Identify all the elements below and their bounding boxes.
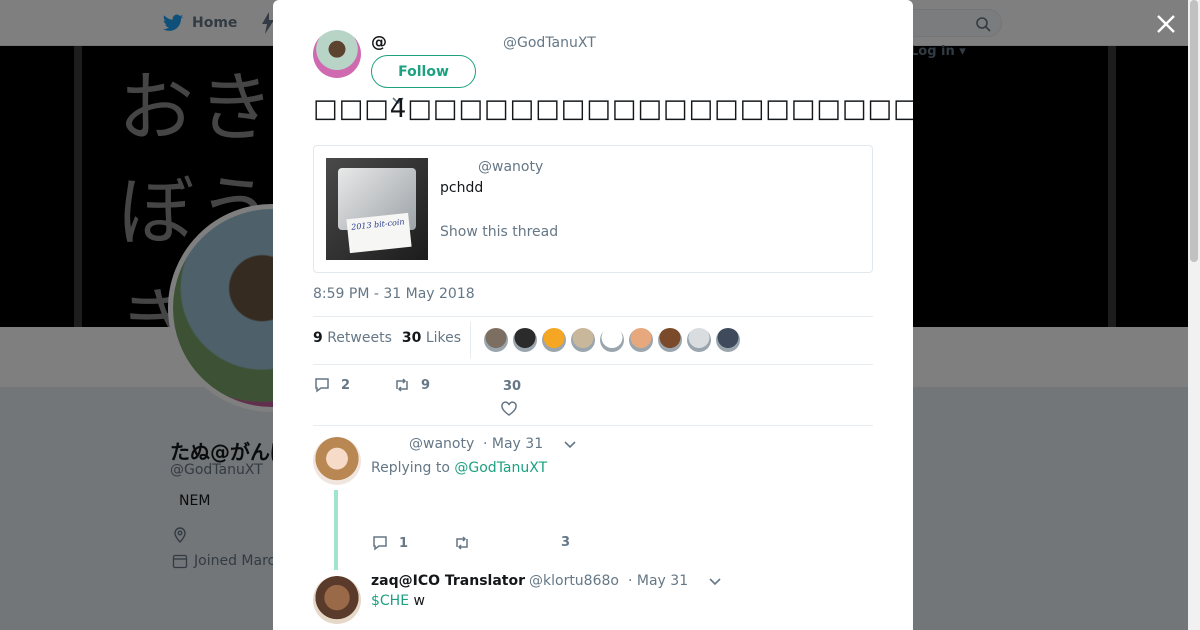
tweet-modal: @ @GodTanuXT Follow □□□4□□□□□□□□□□□□□□□□… [273,0,913,630]
reply-count: 2 [341,377,351,393]
retweet-button[interactable]: 9 [393,376,430,394]
reply-avatar[interactable] [313,437,361,485]
reply-icon [315,378,329,393]
cashtag-link[interactable]: $CHE [371,593,409,609]
chevron-down-icon[interactable] [708,577,722,587]
retweet-button[interactable] [453,534,471,552]
liker-avatar[interactable] [542,328,566,352]
quoted-text: pchdd [440,180,484,196]
author-name[interactable]: @ [371,32,387,51]
liker-avatar[interactable] [600,328,624,352]
reply-icon [373,536,387,551]
likes-count: 30 [401,330,422,346]
reply-count: 1 [399,535,409,551]
likes-label: Likes [425,330,462,346]
reply-text: $CHE w [371,593,425,609]
likers-avatars [484,328,740,352]
author-handle[interactable]: @GodTanuXT [503,35,596,51]
reply-author-name[interactable]: zaq@ICO Translator [371,573,525,589]
likes-stat[interactable]: 30 Likes [402,330,461,346]
retweet-icon [456,536,468,550]
liker-avatar[interactable] [629,328,653,352]
liker-avatar[interactable] [513,328,537,352]
tweet-timestamp[interactable]: 8:59 PM - 31 May 2018 [313,286,475,302]
liker-avatar[interactable] [687,328,711,352]
reply-body: w [409,593,425,609]
liker-avatar[interactable] [716,328,740,352]
reply-handle[interactable]: @wanoty [409,436,474,452]
retweets-label: Retweets [327,330,392,346]
follow-button[interactable]: Follow [371,55,476,88]
reply-handle[interactable]: @klortu868o [529,573,619,589]
quoted-handle[interactable]: @wanoty [478,159,543,175]
quoted-tweet[interactable]: 2013 bit-coin @wanoty pchdd Show this th… [313,145,873,273]
reply-date[interactable]: · May 31 [628,573,688,589]
retweet-icon [396,378,408,392]
liker-avatar[interactable] [484,328,508,352]
quoted-tweet-image[interactable]: 2013 bit-coin [326,158,428,260]
image-handwritten-note: 2013 bit-coin [346,212,412,254]
divider [313,425,873,426]
liker-avatar[interactable] [571,328,595,352]
reply-actions: 1 3 [371,534,671,564]
close-icon[interactable] [1154,12,1178,36]
replying-prefix: Replying to [371,460,450,476]
reply-avatar[interactable] [313,576,361,624]
like-count[interactable]: 3 [561,535,570,550]
liker-avatar[interactable] [658,328,682,352]
divider [313,316,873,317]
replying-to-link[interactable]: @GodTanuXT [454,460,547,476]
show-thread-link[interactable]: Show this thread [440,224,558,240]
page-scrollbar[interactable] [1188,0,1200,630]
tweet-text: □□□4□□□□□□□□□□□□□□□□□□□□□□□□□□□□□□□□□□□□… [313,94,913,124]
reply-button[interactable]: 2 [313,376,350,394]
reply-button[interactable]: 1 [371,534,408,552]
author-avatar[interactable] [313,30,361,78]
like-count[interactable]: 30 [503,379,521,394]
retweets-stat[interactable]: 9 Retweets [313,330,392,346]
reply-date[interactable]: · May 31 [483,436,543,452]
tweet-stats: 9 Retweets 30 Likes [313,330,461,346]
heart-icon[interactable] [500,400,518,418]
replying-to: Replying to @GodTanuXT [371,460,547,476]
retweets-count: 9 [313,330,323,346]
divider [470,322,471,358]
scrollbar-thumb[interactable] [1190,0,1198,262]
chevron-down-icon[interactable] [563,440,577,450]
divider [313,364,873,365]
thread-connector [334,490,338,570]
retweet-count: 9 [421,377,431,393]
